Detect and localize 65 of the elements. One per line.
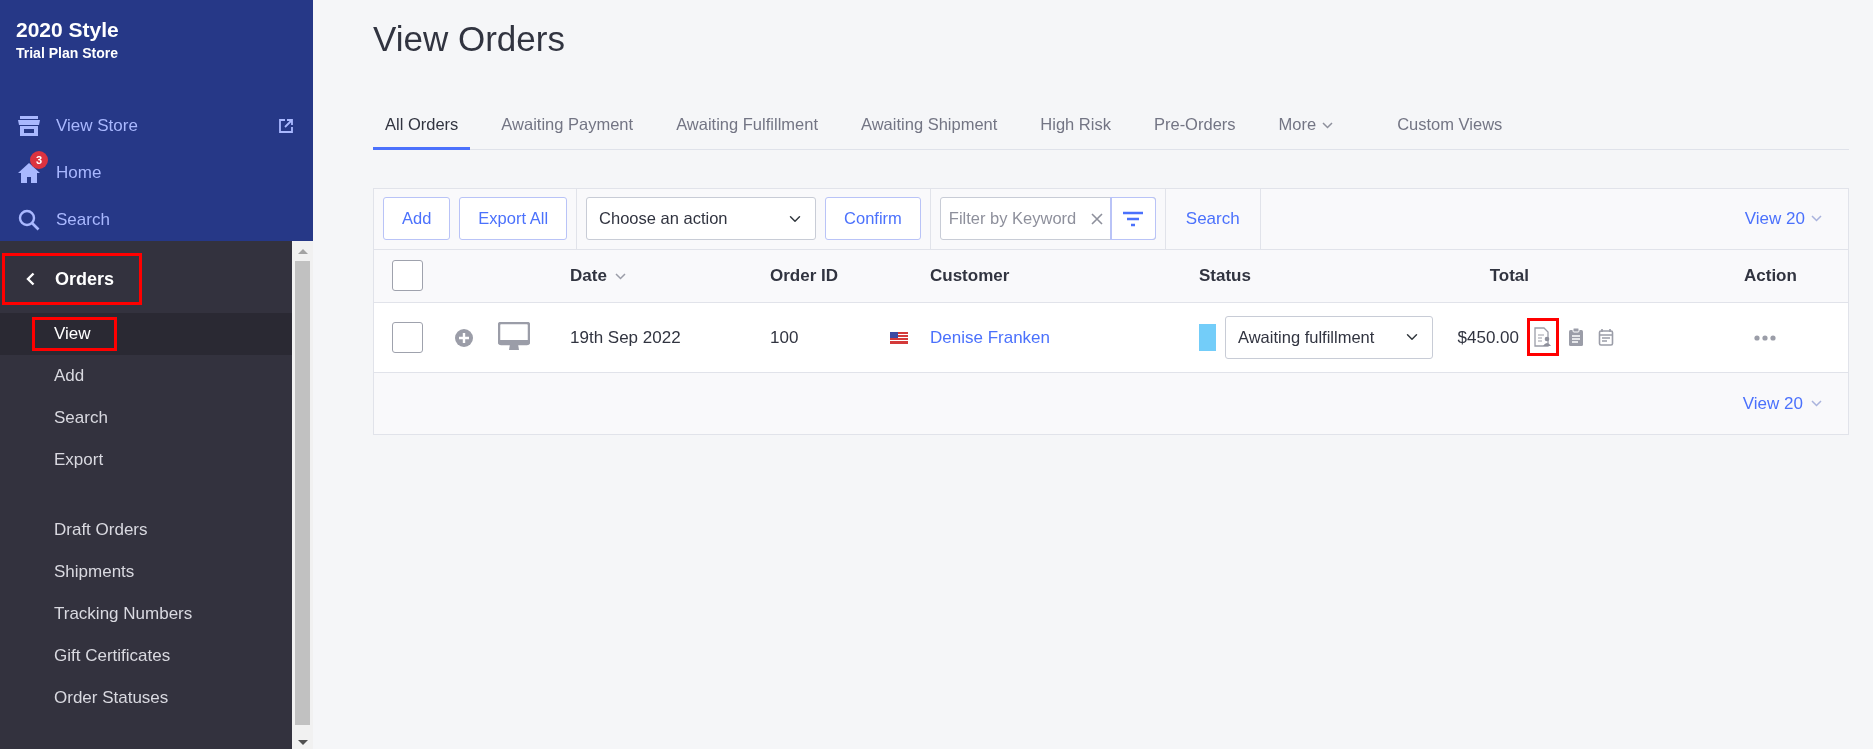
sidebar-item[interactable]: Tracking Numbers	[32, 597, 219, 631]
page-title: View Orders	[373, 18, 566, 60]
flag-icon	[890, 332, 908, 344]
filter-icon[interactable]	[1122, 210, 1145, 227]
keyword-input[interactable]: Filter by Keyword	[940, 198, 1091, 240]
view-count-dropdown[interactable]: View 20	[1744, 206, 1848, 232]
sidebar-item[interactable]: Export	[32, 443, 130, 477]
scroll-up-icon[interactable]	[296, 247, 309, 255]
column-header[interactable]: Date	[570, 263, 770, 289]
order-id-cell-text: 100	[770, 326, 800, 349]
select-all-checkbox[interactable]	[392, 260, 423, 292]
store-name: 2020 Style	[15, 17, 120, 43]
tab[interactable]: Awaiting Payment	[489, 106, 646, 150]
store-icon	[18, 115, 40, 136]
notification-badge: 3	[30, 151, 48, 170]
tab[interactable]: Awaiting Fulfillment	[664, 106, 830, 150]
home-icon	[18, 162, 40, 183]
search-icon	[18, 208, 40, 231]
scrollbar[interactable]	[292, 241, 313, 749]
filter-field[interactable]: Filter by Keyword	[939, 197, 1156, 241]
column-header: Order ID	[770, 265, 840, 287]
desktop-icon	[498, 322, 530, 353]
action-dropdown[interactable]: Choose an action	[586, 197, 817, 241]
external-link-icon	[279, 118, 293, 133]
scroll-down-icon[interactable]	[296, 739, 309, 747]
total-cell-text: $450.00	[1457, 326, 1519, 349]
sidebar-item[interactable]: Search	[32, 401, 134, 435]
status-dropdown[interactable]: Awaiting fulfillment	[1225, 315, 1433, 359]
tab[interactable]: Awaiting Shipment	[849, 106, 1010, 150]
tab[interactable]: Custom Views	[1385, 106, 1515, 150]
date-cell-text: 19th Sep 2022	[570, 326, 682, 349]
customer-document-icon[interactable]	[1527, 318, 1559, 357]
confirm-button[interactable]: Confirm	[825, 197, 921, 241]
sidebar-item[interactable]: Draft Orders	[32, 513, 174, 547]
clear-icon[interactable]	[1090, 212, 1103, 225]
tab[interactable]: Pre-Orders	[1141, 106, 1248, 150]
toolbar-button[interactable]: Add	[383, 197, 451, 241]
column-header: Total	[1489, 265, 1529, 287]
sidebar-item[interactable]: Gift Certificates	[32, 639, 197, 673]
caret-icon	[1811, 399, 1822, 407]
back-link[interactable]: Orders	[2, 253, 143, 305]
tab[interactable]: All Orders	[373, 106, 471, 150]
nav-link[interactable]: View Store	[0, 102, 313, 150]
caret-icon	[614, 273, 626, 280]
expand-icon[interactable]	[454, 328, 474, 348]
search-link[interactable]: Search	[1185, 206, 1240, 232]
toolbar-button[interactable]: Export All	[459, 197, 568, 241]
sidebar-item[interactable]: Add	[32, 359, 111, 393]
store-plan: Trial Plan Store	[15, 44, 119, 64]
row-checkbox[interactable]	[392, 321, 423, 353]
column-header: Status	[1199, 265, 1252, 287]
sidebar-item[interactable]: Order Statuses	[32, 681, 195, 715]
column-header: Customer	[930, 265, 1011, 287]
nav-link[interactable]: Home 3	[0, 149, 313, 197]
tab[interactable]: High Risk	[1028, 106, 1123, 150]
sidebar-item[interactable]: Shipments	[32, 555, 161, 589]
customer-link[interactable]: Denise Franken	[930, 327, 1050, 347]
caret-icon	[1811, 215, 1822, 223]
view-count-dropdown[interactable]: View 20	[1742, 390, 1822, 416]
caret-icon	[1322, 122, 1334, 130]
back-icon	[26, 272, 35, 286]
column-header: Action	[1744, 265, 1798, 287]
nav-link[interactable]: Search	[0, 196, 313, 244]
more-options-icon[interactable]	[1754, 335, 1776, 341]
tab[interactable]: More	[1266, 106, 1346, 150]
